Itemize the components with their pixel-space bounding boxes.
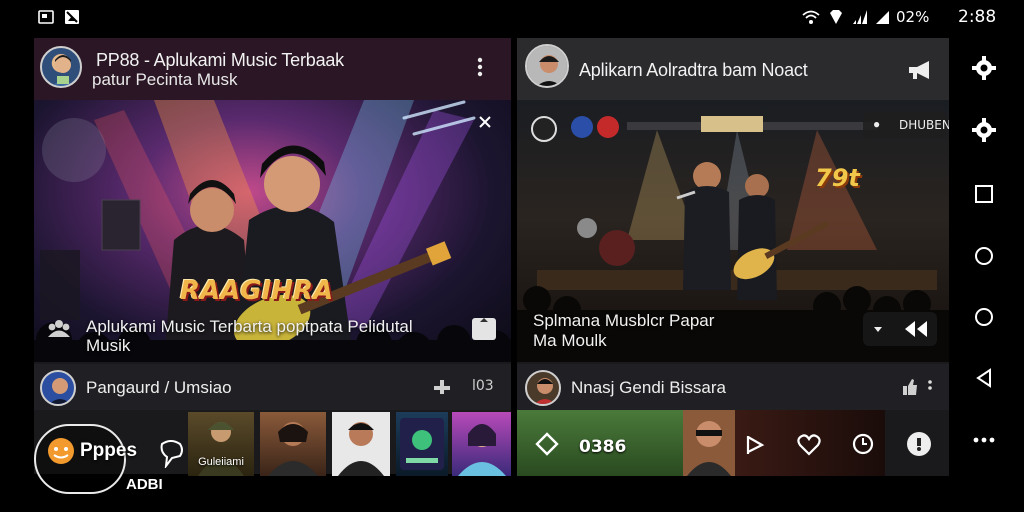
hero-caption-line1: Splmana Musblcr Papar	[533, 311, 715, 330]
puzzle-icon[interactable]	[432, 378, 452, 396]
signal-icon	[853, 10, 867, 24]
settings-icon[interactable]	[962, 46, 1006, 90]
no-image-icon	[65, 10, 79, 24]
player-strip: 0386	[517, 410, 949, 476]
row-avatar[interactable]	[525, 370, 561, 406]
settings-2-icon[interactable]	[962, 108, 1006, 152]
screenshot-icon	[38, 10, 54, 24]
wifi-icon	[802, 10, 820, 24]
more-vert-icon[interactable]	[927, 379, 933, 395]
caret-icon[interactable]	[873, 324, 883, 334]
hero-badge-value: DHUBENI	[899, 118, 949, 132]
app-logo-icon	[400, 418, 444, 470]
navigation-rail	[950, 34, 1024, 512]
thumbnail-label: Guleiiami	[198, 456, 244, 468]
thumbnail-portrait[interactable]	[332, 412, 390, 476]
signal-2-icon	[876, 11, 889, 24]
clock: 2:88	[958, 7, 997, 27]
hero-caption-line1: Aplukami Music Terbarta poptpata Pelidut…	[86, 317, 413, 336]
row-avatar[interactable]	[40, 370, 76, 406]
chat-bubble-icon[interactable]	[158, 440, 184, 468]
hero-caption-line2: Musik	[86, 336, 131, 355]
recents-icon[interactable]	[962, 172, 1006, 216]
stage-banner	[701, 116, 763, 132]
flag-icon[interactable]	[745, 434, 765, 456]
battery-percent: 02%	[896, 8, 930, 26]
post-subtitle: patur Pecinta Musk	[92, 70, 238, 89]
floating-label-1: Pppes	[80, 440, 138, 461]
thumbnail-artist[interactable]	[452, 412, 511, 476]
portrait-figure	[338, 422, 384, 476]
group-icon	[48, 320, 70, 337]
hero-logo-text: RAAGIHRA	[180, 276, 334, 306]
replay-icon[interactable]	[851, 432, 875, 456]
person-avatar-icon	[49, 378, 71, 404]
back-icon[interactable]	[962, 356, 1006, 400]
person-avatar-icon	[534, 378, 556, 404]
left-row-header: Pangaurd / Umsiao l03	[34, 364, 511, 410]
sunglasses-thumbnail[interactable]	[683, 410, 735, 476]
home-icon[interactable]	[962, 234, 1006, 278]
chat-face-icon	[48, 438, 74, 464]
singer-figure	[268, 422, 318, 476]
thumbnail-singer[interactable]	[260, 412, 326, 476]
rewind-icon[interactable]	[531, 116, 557, 142]
more-vert-icon[interactable]	[476, 56, 484, 78]
thumbnail-app[interactable]	[396, 412, 448, 476]
megaphone-icon[interactable]	[907, 60, 933, 80]
right-card-header: Aplikarn Aolradtra bam Noact	[517, 38, 949, 102]
sunglasses-figure	[687, 421, 731, 476]
left-post-card: PP88 - Aplukami Music Terbaak patur Peci…	[34, 38, 511, 474]
post-title: Aplikarn Aolradtra bam Noact	[579, 60, 808, 80]
rewind-icon[interactable]	[903, 320, 929, 338]
red-badge-icon[interactable]	[597, 116, 619, 138]
avatar[interactable]	[525, 44, 569, 88]
share-icon[interactable]	[472, 318, 496, 340]
location-icon	[830, 10, 842, 24]
heart-icon[interactable]	[797, 434, 821, 456]
hero-caption-line2: Ma Moulk	[533, 331, 607, 350]
hero-image-concert[interactable]: RAAGIHRA Aplukami Music Terbarta poptpat…	[34, 100, 511, 362]
avatar[interactable]	[40, 46, 82, 88]
hero-badge: ● DHUBENI	[863, 112, 949, 138]
floating-label-2: ADBI	[126, 476, 163, 493]
playback-controls	[863, 312, 937, 346]
left-card-header: PP88 - Aplukami Music Terbaak patur Peci…	[34, 38, 511, 102]
diamond-icon[interactable]	[535, 432, 559, 456]
home-2-icon[interactable]	[962, 295, 1006, 339]
thumbnail-soldier[interactable]: Guleiiami	[188, 412, 254, 476]
row-count: l03	[472, 378, 494, 394]
close-icon[interactable]	[478, 115, 492, 129]
right-row-header: Nnasj Gendi Bissara	[517, 364, 949, 410]
person-avatar-icon	[51, 55, 75, 86]
row-title: Pangaurd / Umsiao	[86, 378, 232, 397]
row-title: Nnasj Gendi Bissara	[571, 378, 726, 397]
post-title: PP88 - Aplukami Music Terbaak	[96, 50, 344, 70]
person-avatar-icon	[527, 46, 567, 86]
hero-sign-text: 79t	[815, 164, 860, 192]
status-bar: 02% 2:88	[0, 0, 1024, 34]
hero-image-stage[interactable]: ● DHUBENI 79t Splmana Musblcr Papar Ma M…	[517, 100, 949, 362]
blue-badge-icon[interactable]	[571, 116, 593, 138]
right-post-card: Aplikarn Aolradtra bam Noact ● DHUBENI 7…	[517, 38, 949, 474]
coin-icon: ●	[873, 117, 881, 131]
account-icon[interactable]	[907, 432, 931, 456]
artist-figure	[458, 424, 506, 476]
thumbs-up-icon[interactable]	[901, 378, 919, 396]
player-time: 0386	[579, 437, 627, 457]
more-horiz-icon[interactable]	[962, 418, 1006, 462]
